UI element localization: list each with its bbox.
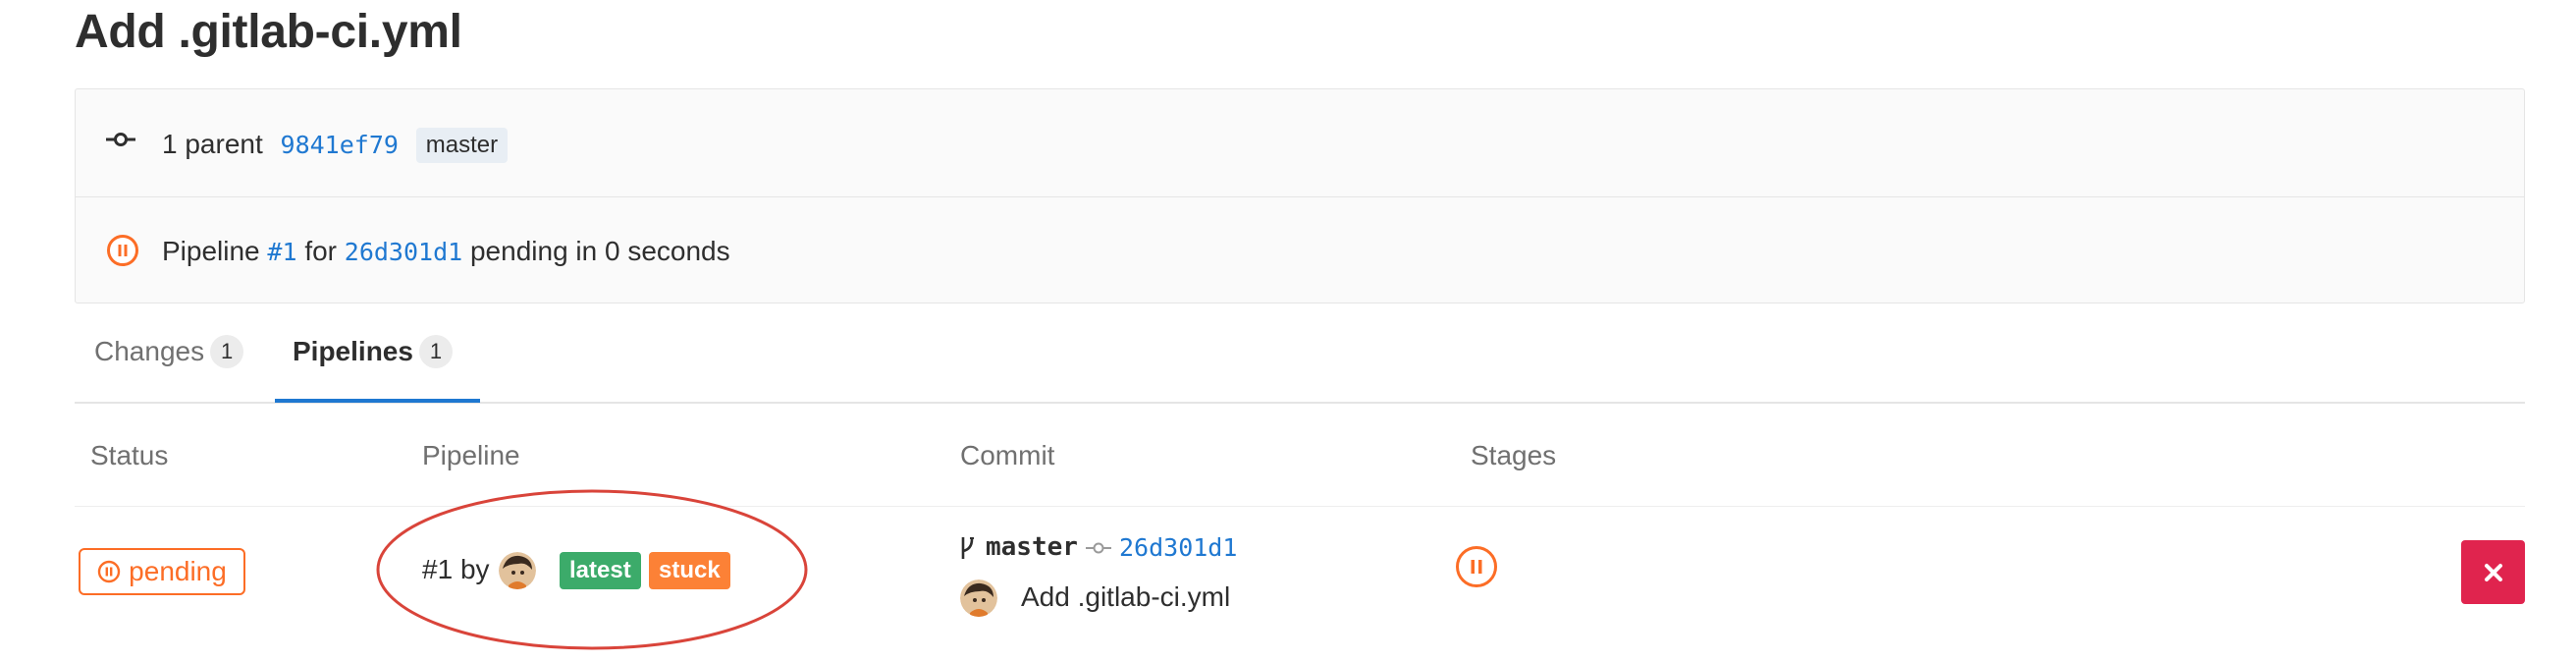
header-stages: Stages (1471, 440, 1557, 470)
cancel-pipeline-button[interactable] (2461, 540, 2525, 604)
status-badge[interactable]: pending (79, 548, 245, 595)
active-tab-indicator (275, 399, 480, 403)
parent-sha-link[interactable]: 9841ef79 (281, 131, 399, 159)
parent-row: 1 parent 9841ef79 master (162, 127, 509, 163)
pause-circle-icon[interactable] (1455, 545, 1498, 588)
avatar[interactable] (960, 579, 997, 617)
commit-title-link[interactable]: Add .gitlab-ci.yml (1021, 579, 1230, 615)
tab-label: Pipelines (293, 336, 413, 366)
tab-pipelines[interactable]: Pipelines 1 (293, 334, 453, 369)
commit-branch[interactable]: master (986, 530, 1078, 564)
tab-changes[interactable]: Changes 1 (94, 334, 244, 369)
header-commit: Commit (960, 440, 1055, 470)
annotation-circle (376, 489, 808, 650)
pipeline-prefix: Pipeline (162, 236, 260, 266)
pipeline-info-row: Pipeline #1 for 26d301d1 pending in 0 se… (162, 234, 730, 270)
status-label: pending (129, 556, 227, 586)
pause-circle-icon (107, 235, 138, 266)
tab-count: 1 (418, 335, 453, 368)
branch-icon (961, 537, 974, 559)
branch-badge[interactable]: master (415, 128, 509, 163)
tab-label: Changes (94, 336, 205, 366)
close-icon (2484, 563, 2502, 581)
pipeline-commit-link[interactable]: 26d301d1 (345, 238, 462, 266)
divider (76, 196, 2524, 197)
parent-label: 1 parent (162, 129, 263, 159)
pipeline-id-link[interactable]: #1 (267, 238, 296, 266)
page-title: Add .gitlab-ci.yml (75, 6, 462, 58)
pause-circle-icon (97, 560, 121, 583)
tab-count: 1 (210, 335, 244, 368)
header-status: Status (90, 440, 169, 470)
pipeline-status-text: pending in 0 seconds (469, 236, 730, 266)
pipeline-for: for (304, 236, 337, 266)
commit-sha-link[interactable]: 26d301d1 (1119, 531, 1237, 565)
commit-icon (106, 133, 135, 146)
header-pipeline: Pipeline (422, 440, 520, 470)
commit-icon (1086, 542, 1111, 554)
